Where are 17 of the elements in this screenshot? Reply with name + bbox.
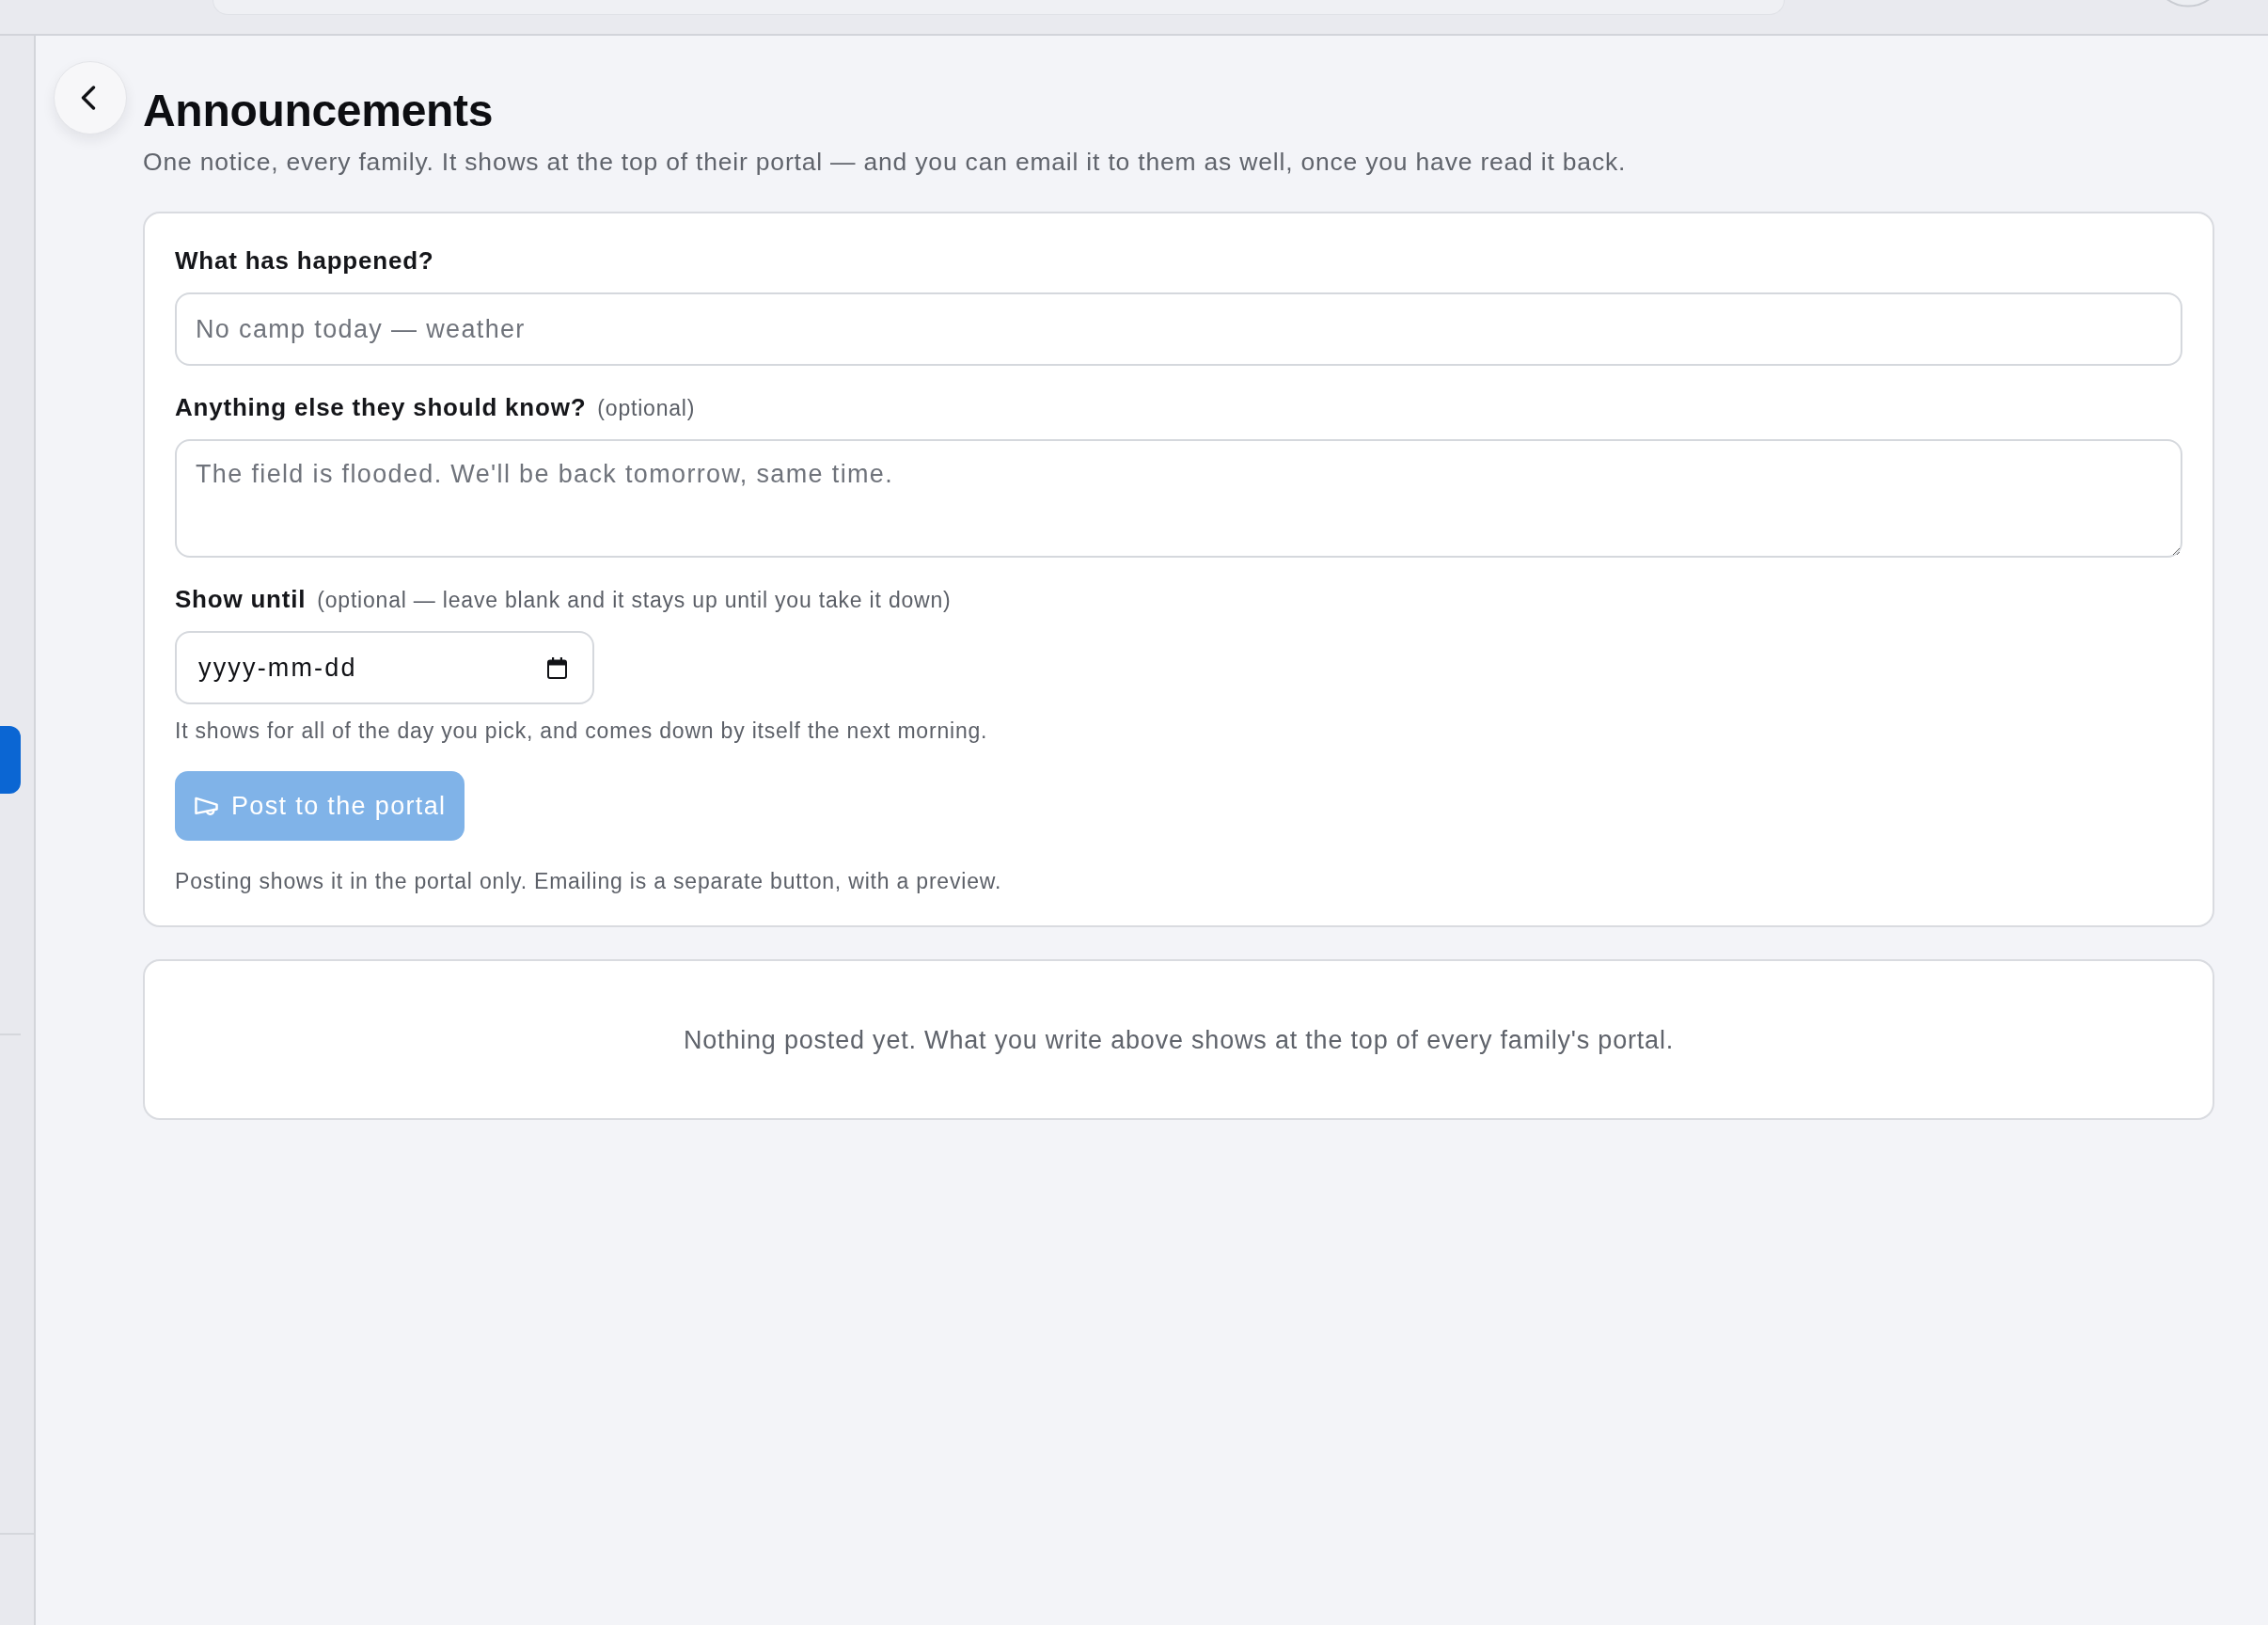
optional-note: (optional — leave blank and it stays up until you take it down) <box>317 587 952 614</box>
field-label: Show until <box>175 584 307 615</box>
chevron-left-icon <box>81 86 96 110</box>
posting-note: Posting shows it in the portal only. Emailing is a separate button, with a preview. <box>175 868 1003 895</box>
date-field[interactable]: yyyy-mm-dd <box>175 631 594 704</box>
calendar-icon <box>547 656 567 679</box>
text-input[interactable]: No camp today — weather <box>175 292 2182 366</box>
optional-note: (optional) <box>597 395 696 422</box>
field-hint: It shows for all of the day you pick, and comes down by itself the next morning. <box>175 718 989 745</box>
textarea-input[interactable]: The field is flooded. We'll be back tomorrow, same time. <box>175 439 2182 558</box>
active-nav-marker <box>0 726 21 794</box>
field-label: Anything else they should know? <box>175 392 587 423</box>
page-title: Announcements <box>143 85 495 137</box>
page-subtitle: One notice, every family. It shows at the top of their portal — and you can email it to them as well, once you have read it back. <box>143 147 1628 178</box>
empty-message: Nothing posted yet. What you write above shows at the top of every family's portal. <box>683 1024 1674 1056</box>
field-label: What has happened? <box>175 245 434 276</box>
account-button[interactable] <box>2166 0 2210 8</box>
